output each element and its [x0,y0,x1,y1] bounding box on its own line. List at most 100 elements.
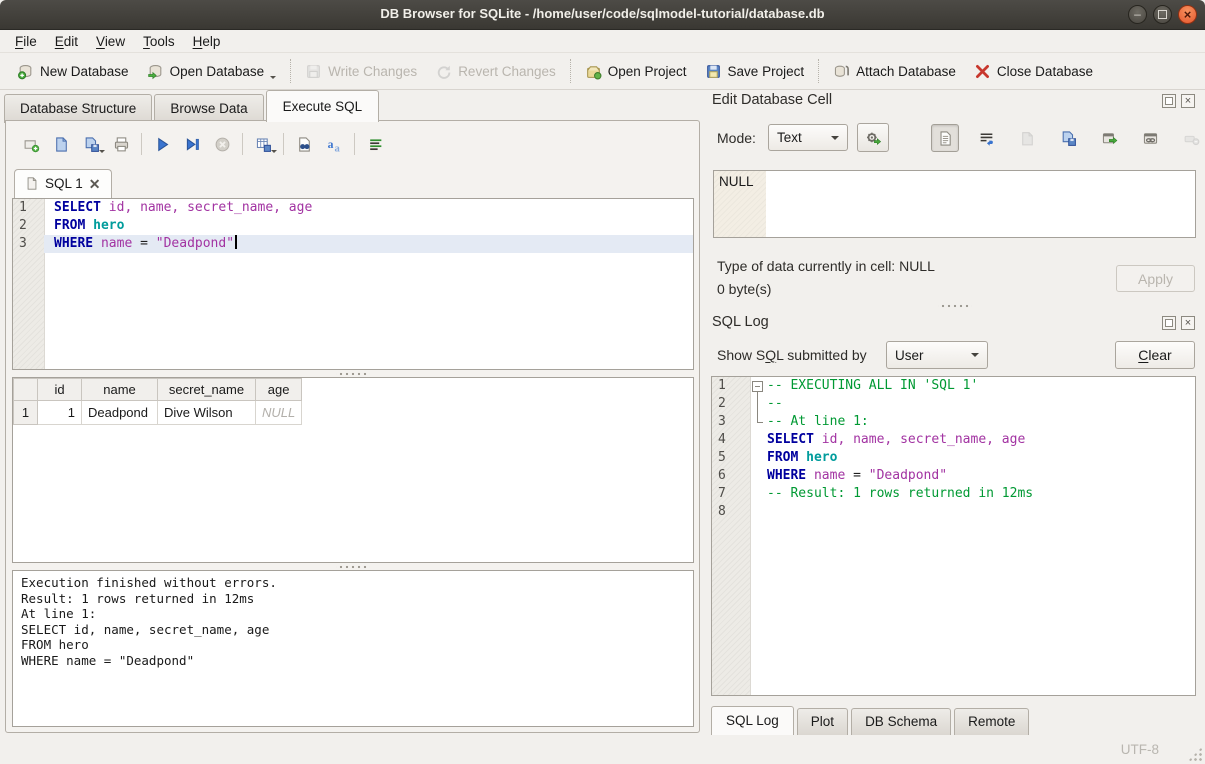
auto-indent-button[interactable] [360,131,390,158]
attach-database-button[interactable]: Attach Database [824,56,965,86]
maximize-icon[interactable] [1153,5,1172,24]
toolbar-separator [290,59,291,83]
text-cursor [235,235,237,249]
sql-editor[interactable]: 1SELECT id, name, secret_name, age2FROM … [12,198,694,370]
attach-database-icon [833,63,850,80]
chevron-down-icon[interactable] [270,76,276,82]
close-panel-icon[interactable]: × [1181,316,1195,330]
apply-button[interactable]: Apply [1116,265,1195,292]
new-database-button[interactable]: New Database [8,56,138,86]
line-number: 8 [712,503,750,521]
save-as-button[interactable] [1054,124,1082,152]
sql-log-view[interactable]: 1-- EXECUTING ALL IN 'SQL 1'2--3-- At li… [711,376,1196,696]
text-document-button[interactable] [931,124,959,152]
column-header-id[interactable]: id [38,379,82,401]
import-data-button[interactable] [857,123,889,152]
line-number: 2 [13,217,44,235]
close-database-icon [974,63,991,80]
table-cell[interactable]: NULL [256,401,302,425]
close-icon[interactable]: × [1178,5,1197,24]
word-wrap-icon [978,130,995,147]
export-cell-button[interactable] [1095,124,1123,152]
execute-all-button[interactable] [147,131,177,158]
save-project-button[interactable]: Save Project [696,56,814,86]
toolbar-button-label: Revert Changes [458,64,556,79]
encoding-indicator[interactable]: UTF-8 [1121,742,1159,757]
fold-marker-icon[interactable] [750,377,767,395]
clear-log-button[interactable]: Clear [1115,341,1195,369]
export-results-button[interactable] [248,131,278,158]
column-header-age[interactable]: age [256,379,302,401]
menu-help[interactable]: Help [184,32,230,51]
menu-edit[interactable]: Edit [46,32,87,51]
cell-value-editor[interactable]: NULL [713,170,1196,238]
tab-execute-sql[interactable]: Execute SQL [266,90,380,122]
stop-icon [214,136,231,153]
column-header-name[interactable]: name [82,379,158,401]
column-header-secret_name[interactable]: secret_name [158,379,256,401]
minimize-icon[interactable]: – [1128,5,1147,24]
menu-file[interactable]: File [6,32,46,51]
main-toolbar: New DatabaseOpen DatabaseWrite ChangesRe… [0,53,1205,90]
open-database-button[interactable]: Open Database [138,56,286,86]
svg-text:a: a [334,143,340,153]
toolbar-button-label: Open Database [170,64,265,79]
link-data-button[interactable] [1136,124,1164,152]
editor-line-1[interactable]: 1SELECT id, name, secret_name, age [13,199,693,217]
dock-tab-db-schema[interactable]: DB Schema [851,708,951,736]
log-code: FROM hero [767,449,1195,467]
dock-tab-remote[interactable]: Remote [954,708,1029,736]
dock-tab-plot[interactable]: Plot [797,708,848,736]
sql-editor-tab[interactable]: SQL 1 ✕ [14,169,112,198]
mode-select[interactable]: Text [768,124,848,151]
fold-marker-icon [750,395,767,413]
execution-message[interactable]: Execution finished without errors.Result… [12,570,694,727]
editor-line-3[interactable]: 3WHERE name = "Deadpond" [13,235,693,253]
log-code: WHERE name = "Deadpond" [767,467,1195,485]
titlebar[interactable]: DB Browser for SQLite - /home/user/code/… [0,0,1205,30]
save-sql-file-button[interactable] [76,131,106,158]
tab-browse-data[interactable]: Browse Data [154,94,263,123]
toolbar-separator [242,133,243,155]
sql-toolbar: aa [16,130,390,158]
splitter-results-message[interactable] [12,563,694,570]
table-cell[interactable]: Deadpond [82,401,158,425]
table-cell[interactable]: 1 [38,401,82,425]
close-tab-icon[interactable]: ✕ [89,179,101,189]
line-number: 6 [712,467,750,485]
open-sql-file-button[interactable] [46,131,76,158]
close-panel-icon[interactable]: × [1181,94,1195,108]
mode-label: Mode: [717,130,756,146]
word-wrap-button[interactable] [972,124,1000,152]
menu-tools[interactable]: Tools [134,32,184,51]
row-number: 1 [14,401,38,425]
log-filter-select[interactable]: User [886,341,988,369]
table-cell[interactable]: Dive Wilson [158,401,256,425]
tab-database-structure[interactable]: Database Structure [4,94,152,123]
splitter-editor-results[interactable] [12,370,694,377]
splitter-cell-log[interactable] [713,302,1196,309]
dock-tab-sql-log[interactable]: SQL Log [711,706,794,736]
close-database-button[interactable]: Close Database [965,56,1102,86]
format-sql-button[interactable]: aa [319,131,349,158]
auto-indent-icon [367,136,384,153]
float-panel-icon[interactable] [1162,316,1176,330]
execute-line-button[interactable] [177,131,207,158]
toolbar-separator [570,59,571,83]
editor-code: WHERE name = "Deadpond" [44,235,693,253]
editor-line-2[interactable]: 2FROM hero [13,217,693,235]
print-button[interactable] [106,131,136,158]
resize-grip[interactable] [1188,747,1202,761]
new-sql-tab-button[interactable] [16,131,46,158]
table-row[interactable]: 11DeadpondDive WilsonNULL [14,401,302,425]
mode-select-value: Text [777,130,802,145]
menu-view[interactable]: View [87,32,134,51]
import-file-icon [1019,130,1036,147]
open-project-button[interactable]: Open Project [576,56,696,86]
float-panel-icon[interactable] [1162,94,1176,108]
find-button[interactable] [289,131,319,158]
log-filter-label: Show SQL submitted by [717,347,867,363]
find-icon [296,136,313,153]
chevron-down-icon[interactable] [271,150,277,156]
chevron-down-icon[interactable] [99,150,105,156]
